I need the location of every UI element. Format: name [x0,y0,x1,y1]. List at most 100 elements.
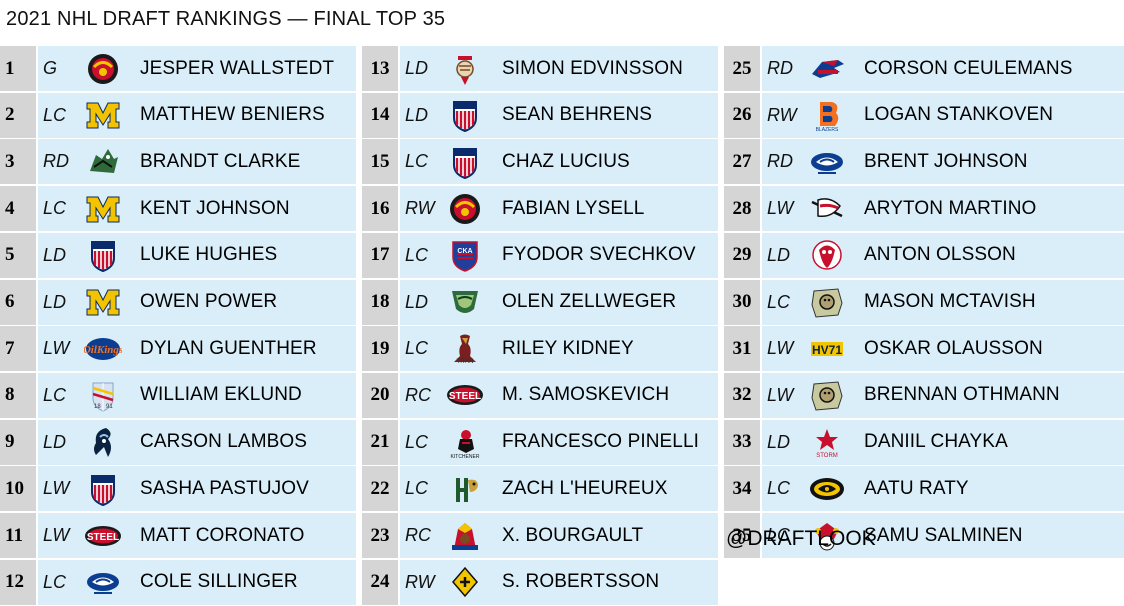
player-name: MATTHEW BENIERS [140,104,325,126]
player-row: LC MASON MCTAVISH [762,279,1124,325]
player-name: CHAZ LUCIUS [502,150,630,172]
player-name: COLE SILLINGER [140,571,298,593]
rank-cell: 7 [0,326,36,372]
player-row: RD CORSON CEULEMANS [762,46,1124,91]
rank-cell: 32 [724,372,760,418]
rank-cell: 20 [362,372,398,418]
rankings-table: 1 G JESPER WALLSTEDT 2 LC MATTHEW BENIERS 3 RD B… [0,46,1124,606]
player-name: M. SAMOSKEVICH [502,384,670,406]
player-row: LD CARSON LAMBOS [38,419,356,465]
omaha-lancers-logo [806,190,848,228]
svg-text:18: 18 [94,404,101,410]
position-label: LC [405,478,429,499]
rank-cell: 16 [362,186,398,232]
player-name: AATU RATY [864,477,969,499]
player-name: WILLIAM EKLUND [140,384,302,406]
player-name: KENT JOHNSON [140,197,290,219]
barrie-colts-logo [82,143,124,181]
svg-text:BLAZERS: BLAZERS [816,127,839,132]
rank-cell: 6 [0,279,36,325]
rank-cell: 9 [0,419,36,465]
position-label: LC [767,478,791,499]
shawinigan-cataractes-logo [444,517,486,555]
skelleftea-logo [444,563,486,601]
player-name: OLEN ZELLWEGER [502,291,677,312]
player-row: LW ARYTON MARTINO [762,186,1124,232]
svg-text:STORM: STORM [816,453,838,459]
rank-cell: 27 [724,139,760,185]
player-name: SEAN BEHRENS [502,104,653,126]
sioux-falls-stampede-logo [806,143,848,181]
player-row: RW FABIAN LYSELL [400,186,718,232]
everett-silvertips-logo [444,283,486,321]
position-label: LD [767,431,791,452]
rank-cell: 19 [362,326,398,372]
player-name: BRENNAN OTHMANN [864,384,1060,406]
player-name: OSKAR OLAUSSON [864,337,1043,359]
player-row: LC COLE SILLINGER [38,559,356,605]
rank-cell: 24 [362,559,398,605]
player-name: S. ROBERTSSON [502,571,660,593]
player-name: DYLAN GUENTHER [140,337,317,359]
peterborough-petes-logo [806,376,848,414]
svg-text:OilKings: OilKings [84,344,122,356]
position-label: LC [405,151,429,172]
svg-text:91: 91 [106,404,113,410]
svg-text:STEEL: STEEL [449,391,481,402]
position-label: LC [43,198,67,219]
player-row: LW BRENNAN OTHMANN [762,372,1124,418]
kitchener-rangers-logo: KITCHENER [444,423,486,461]
player-row: RC X. BOURGAULT [400,513,718,558]
page-title: 2021 NHL DRAFT RANKINGS — FINAL TOP 35 [6,8,446,30]
player-row: LC 18 91 WILLIAM EKLUND [38,372,356,418]
player-name: ARYTON MARTINO [864,197,1037,219]
player-row: LD SEAN BEHRENS [400,92,718,138]
position-label: LW [43,478,70,499]
luleaa-logo [82,50,124,88]
rank-cell: 5 [0,232,36,278]
player-name: MATT CORONATO [140,524,305,546]
chicago-steel-logo: STEEL [82,517,124,555]
svg-text:HV71: HV71 [812,343,842,357]
position-label: LC [405,338,429,359]
player-row: RC STEEL M. SAMOSKEVICH [400,372,718,418]
winnipeg-ice-logo [82,423,124,461]
rank-cell: 17 [362,232,398,278]
player-name: CARSON LAMBOS [140,431,308,453]
player-row: LW STEEL MATT CORONATO [38,513,356,558]
svg-text:TITAN: TITAN [457,359,474,365]
player-row: LD STORM DANIIL CHAYKA [762,419,1124,465]
position-label: RW [767,104,797,125]
brooks-bandits-logo [806,50,848,88]
svg-text:STEEL: STEEL [87,532,119,543]
position-label: LD [43,431,67,452]
player-name: CORSON CEULEMANS [864,57,1073,79]
player-row: LC AATU RATY [762,466,1124,512]
player-row: LC ZACH L'HEUREUX [400,466,718,512]
position-label: LC [43,104,67,125]
usntdp-logo [82,470,124,508]
player-row: LD ANTON OLSSON [762,232,1124,278]
player-row: LC CHAZ LUCIUS [400,139,718,185]
rank-cell: 33 [724,419,760,465]
player-row: RW BLAZERS LOGAN STANKOVEN [762,92,1124,138]
player-row: LC CKA FYODOR SVECHKOV [400,232,718,278]
player-name: JESPER WALLSTEDT [140,57,335,79]
player-name: ZACH L'HEUREUX [502,477,668,499]
player-name: LOGAN STANKOVEN [864,104,1054,126]
rank-cell: 10 [0,466,36,512]
rank-cell: 15 [362,139,398,185]
position-label: LW [767,338,794,359]
malmo-redhawks-logo [806,236,848,274]
position-label: RD [767,151,793,172]
djurgarden-logo: 18 91 [82,376,124,414]
rank-cell: 29 [724,232,760,278]
player-row: LC TITAN RILEY KIDNEY [400,326,718,372]
player-row: RW S. ROBERTSSON [400,559,718,605]
player-row: LW SASHA PASTUJOV [38,466,356,512]
rank-cell: 31 [724,326,760,372]
position-label: LC [43,571,67,592]
position-label: LC [767,291,791,312]
player-row: LW HV71 OSKAR OLAUSSON [762,326,1124,372]
twitter-handle[interactable]: @DRAFTLOOK [724,516,876,561]
